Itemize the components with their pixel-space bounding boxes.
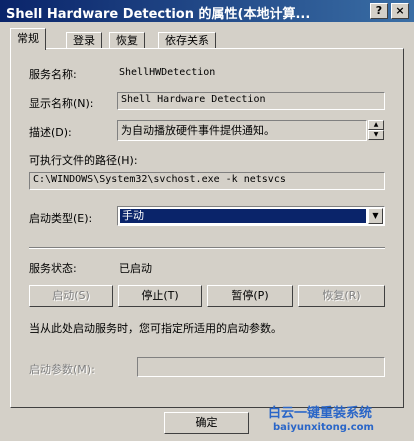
- stop-button[interactable]: 停止(T): [118, 285, 202, 307]
- service-status-label: 服务状态:: [29, 262, 77, 275]
- service-status-value: 已启动: [119, 262, 152, 275]
- window-title: Shell Hardware Detection 的属性(本地计算...: [6, 7, 311, 22]
- start-params-label: 启动参数(M):: [29, 363, 95, 376]
- pause-button[interactable]: 暂停(P): [207, 285, 293, 307]
- help-button[interactable]: ?: [370, 3, 388, 19]
- ok-button[interactable]: 确定: [164, 412, 249, 434]
- start-params-input[interactable]: [137, 357, 385, 377]
- start-button[interactable]: 启动(S): [29, 285, 113, 307]
- service-name-value: ShellHWDetection: [119, 67, 216, 78]
- startup-type-select[interactable]: 手动 ▼: [117, 206, 385, 226]
- startup-type-label: 启动类型(E):: [29, 212, 93, 225]
- exe-path-field[interactable]: C:\WINDOWS\System32\svchost.exe -k netsv…: [29, 172, 385, 190]
- title-bar: Shell Hardware Detection 的属性(本地计算... ? ×: [0, 0, 414, 22]
- scroll-up-icon[interactable]: ▲: [368, 120, 384, 130]
- description-label: 描述(D):: [29, 126, 72, 139]
- service-name-label: 服务名称:: [29, 68, 77, 81]
- watermark-text: 白云一键重装系统: [268, 406, 373, 421]
- startup-type-value: 手动: [120, 209, 366, 223]
- close-button[interactable]: ×: [391, 3, 409, 19]
- display-name-field[interactable]: Shell Hardware Detection: [117, 92, 385, 110]
- scroll-down-icon[interactable]: ▼: [368, 130, 384, 140]
- tab-general[interactable]: 常规: [10, 28, 46, 50]
- chevron-down-icon[interactable]: ▼: [368, 208, 383, 224]
- divider: [29, 247, 385, 249]
- general-panel: 服务名称: ShellHWDetection 显示名称(N): Shell Ha…: [10, 48, 404, 408]
- exe-path-label: 可执行文件的路径(H):: [29, 154, 138, 167]
- description-field[interactable]: 为自动播放硬件事件提供通知。: [117, 120, 367, 141]
- resume-button[interactable]: 恢复(R): [298, 285, 385, 307]
- start-params-hint: 当从此处启动服务时，您可指定所适用的启动参数。: [29, 322, 282, 335]
- display-name-label: 显示名称(N):: [29, 97, 94, 110]
- watermark-url: baiyunxitong.com: [273, 422, 374, 433]
